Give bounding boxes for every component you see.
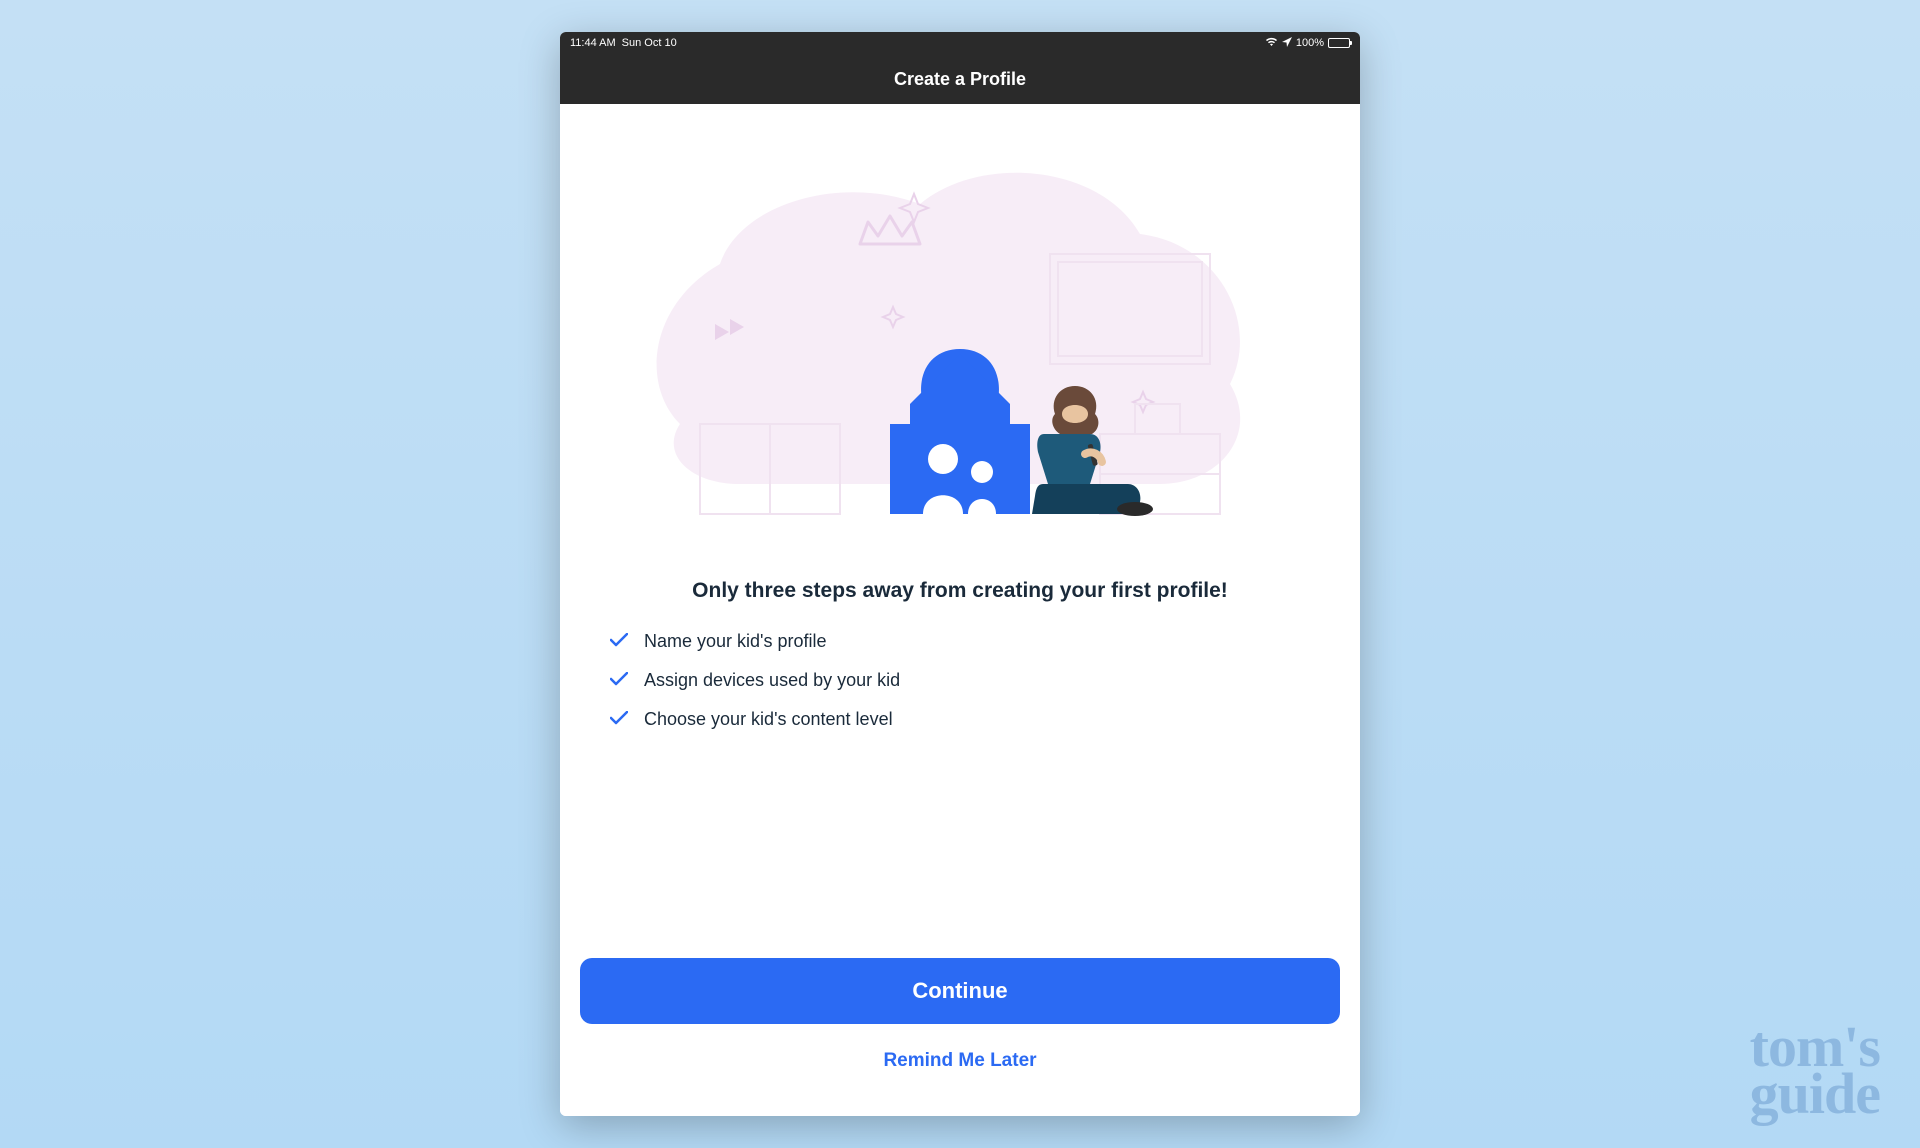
battery-icon [1328,38,1350,48]
page-title: Create a Profile [894,69,1026,90]
continue-button[interactable]: Continue [580,958,1340,1024]
step-item: Assign devices used by your kid [610,670,1340,691]
battery-percent: 100% [1296,37,1324,49]
check-icon [610,709,628,730]
check-icon [610,631,628,652]
headline: Only three steps away from creating your… [580,579,1340,603]
check-icon [610,670,628,691]
tablet-screen: 11:44 AM Sun Oct 10 100% Create a Profil… [560,32,1360,1116]
location-icon [1282,37,1292,50]
status-date: Sun Oct 10 [622,37,677,49]
step-label: Choose your kid's content level [644,709,893,730]
step-label: Assign devices used by your kid [644,670,900,691]
status-time: 11:44 AM [570,37,616,49]
status-bar: 11:44 AM Sun Oct 10 100% [560,32,1360,54]
content-area: Only three steps away from creating your… [560,104,1360,1116]
remind-later-button[interactable]: Remind Me Later [580,1036,1340,1086]
step-item: Name your kid's profile [610,631,1340,652]
step-label: Name your kid's profile [644,631,827,652]
step-item: Choose your kid's content level [610,709,1340,730]
nav-bar: Create a Profile [560,54,1360,104]
hero-illustration [580,124,1340,554]
wifi-icon [1265,37,1278,50]
watermark: tom's guide [1750,1023,1880,1118]
steps-list: Name your kid's profile Assign devices u… [580,631,1340,730]
